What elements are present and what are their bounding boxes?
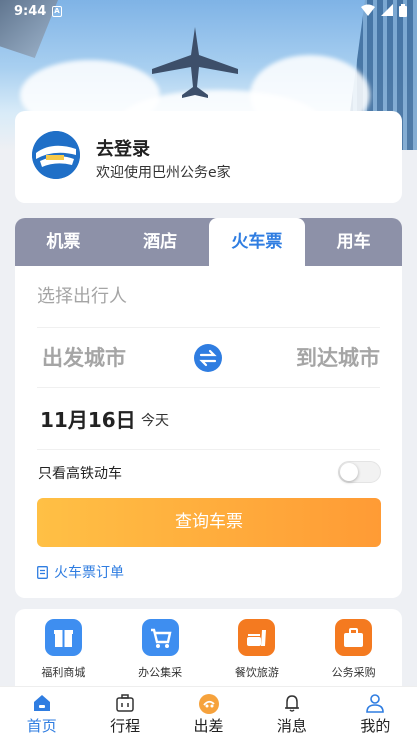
status-time: 9:44 (14, 4, 47, 19)
tab-hotel[interactable]: 酒店 (112, 218, 209, 266)
service-label: 公务采购 (331, 666, 376, 679)
service-welfare-mall[interactable]: 福利商城 (15, 609, 112, 691)
nav-label: 行程 (110, 717, 141, 735)
notification-app-icon: A (52, 6, 62, 17)
login-card[interactable]: 去登录 欢迎使用巴州公务e家 (15, 111, 402, 203)
airplane-image (152, 27, 238, 98)
nav-label: 消息 (276, 717, 307, 735)
tab-train[interactable]: 火车票 (208, 218, 306, 266)
services-grid: 福利商城 办公集采 餐饮旅游 公务采购 (15, 609, 402, 691)
status-icons (361, 4, 407, 17)
nav-business-trip[interactable]: 出差 (167, 687, 250, 741)
train-orders-label: 火车票订单 (54, 565, 124, 581)
service-label: 餐饮旅游 (234, 666, 279, 679)
nav-label: 出差 (193, 717, 224, 735)
suitcase-icon (83, 687, 166, 713)
food-icon (238, 619, 276, 656)
signal-icon (381, 4, 393, 16)
tab-flight[interactable]: 机票 (15, 218, 112, 266)
nav-itinerary[interactable]: 行程 (83, 687, 166, 741)
booking-card: 机票 酒店 火车票 用车 选择出行人 出发城市 到达城市 11月16日 今天 只… (15, 218, 402, 598)
nav-messages[interactable]: 消息 (250, 687, 333, 741)
high-speed-only-toggle[interactable] (338, 461, 381, 483)
service-office-procurement[interactable]: 办公集采 (112, 609, 209, 691)
date-selector[interactable]: 11月16日 今天 (37, 388, 380, 450)
nav-label: 我的 (360, 717, 391, 735)
travel-icon (167, 687, 250, 714)
nav-label: 首页 (26, 717, 57, 735)
status-bar: 9:44 A (0, 0, 417, 24)
booking-tabs: 机票 酒店 火车票 用车 (15, 218, 402, 266)
date-hint: 今天 (141, 413, 169, 429)
search-tickets-button[interactable]: 查询车票 (37, 498, 381, 547)
bell-icon (250, 687, 333, 713)
login-subtitle: 欢迎使用巴州公务e家 (96, 165, 231, 181)
home-icon (0, 687, 83, 713)
city-selector: 出发城市 到达城市 (37, 328, 380, 388)
document-icon (37, 565, 48, 579)
service-label: 办公集采 (138, 666, 183, 679)
tab-car[interactable]: 用车 (305, 218, 402, 266)
user-icon (334, 687, 417, 713)
wifi-icon (361, 4, 375, 16)
nav-profile[interactable]: 我的 (334, 687, 417, 741)
service-dining-travel[interactable]: 餐饮旅游 (209, 609, 306, 691)
bottom-navigation: 首页 行程 出差 消息 我的 (0, 686, 417, 741)
nav-home[interactable]: 首页 (0, 687, 83, 741)
battery-icon (399, 4, 407, 17)
traveler-selector[interactable]: 选择出行人 (37, 266, 380, 328)
briefcase-icon (335, 619, 373, 656)
service-label: 福利商城 (41, 666, 86, 679)
app-logo-icon (32, 131, 80, 179)
swap-cities-icon[interactable] (194, 344, 222, 372)
train-orders-link[interactable]: 火车票订单 (37, 562, 124, 582)
arrival-city-field[interactable]: 到达城市 (296, 342, 380, 372)
login-title: 去登录 (96, 139, 150, 160)
gift-icon (44, 619, 82, 656)
toggle-knob (340, 463, 358, 481)
high-speed-only-label: 只看高铁动车 (38, 466, 122, 482)
departure-date: 11月16日 (40, 408, 136, 432)
cart-icon (141, 619, 179, 656)
departure-city-field[interactable]: 出发城市 (42, 342, 126, 372)
service-official-purchase[interactable]: 公务采购 (305, 609, 402, 691)
